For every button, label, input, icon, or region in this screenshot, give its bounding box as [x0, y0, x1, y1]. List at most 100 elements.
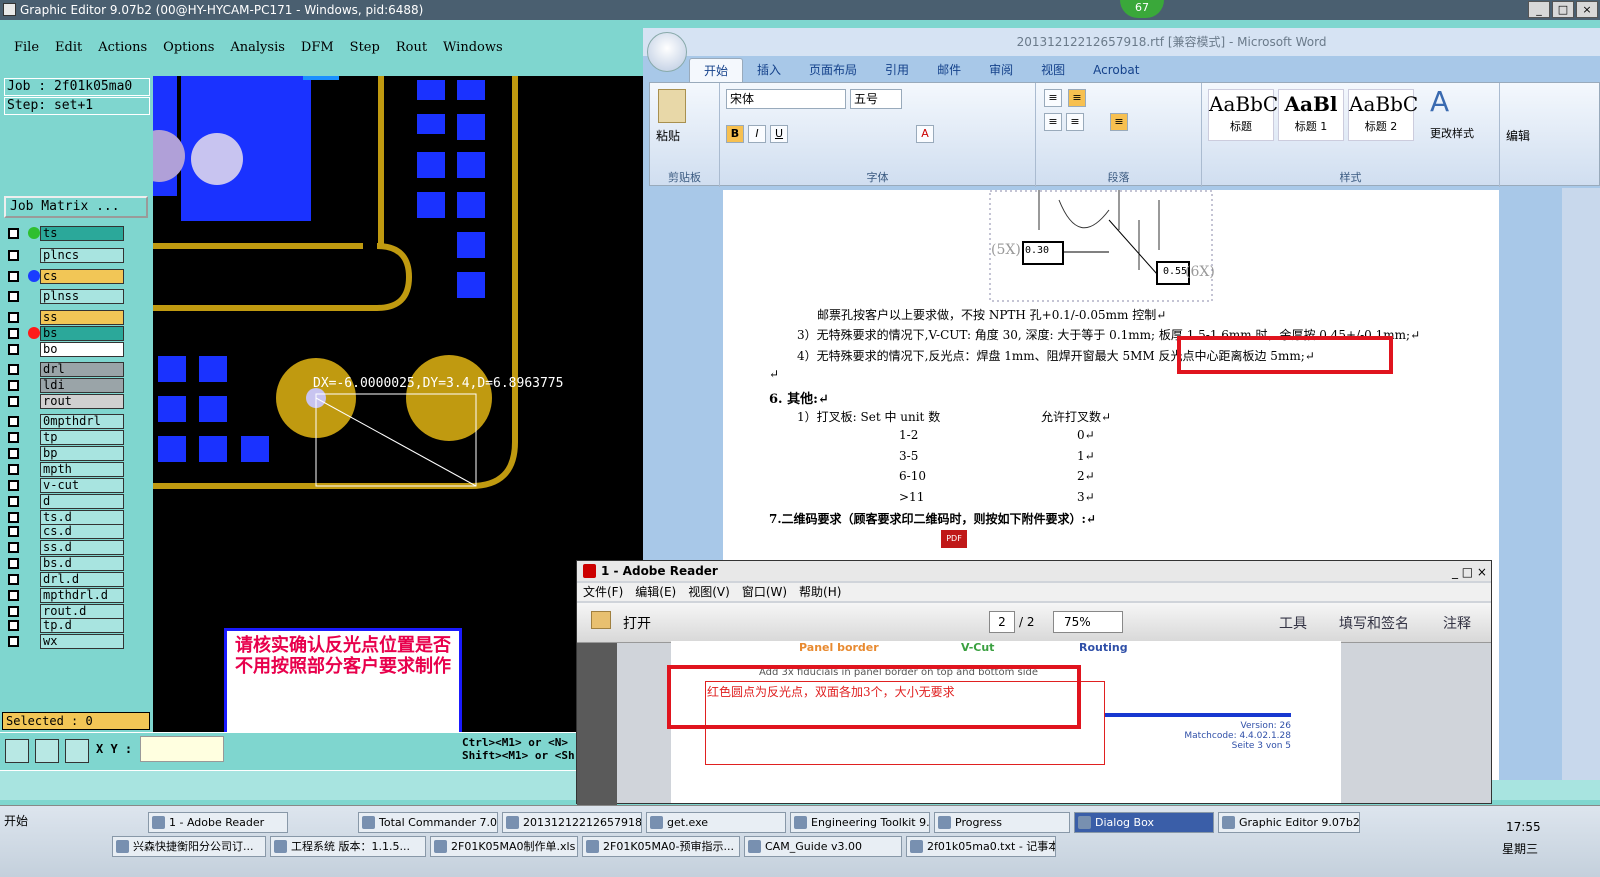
layer-row[interactable]: tp.d	[4, 618, 124, 633]
layer-name[interactable]: bp	[40, 446, 124, 461]
reader-window-controls[interactable]: _ □ ×	[1452, 562, 1487, 582]
tools-button[interactable]: 工具	[1279, 613, 1307, 633]
layer-row[interactable]: drl.d	[4, 572, 124, 587]
layer-row[interactable]: rout.d	[4, 604, 124, 619]
tab-review[interactable]: 审阅	[975, 58, 1027, 82]
tab-acrobat[interactable]: Acrobat	[1079, 58, 1153, 82]
start-button[interactable]: 开始	[4, 812, 28, 829]
align-left-icon[interactable]: ≡	[1044, 113, 1062, 131]
layer-checkbox[interactable]	[8, 636, 19, 647]
layer-checkbox[interactable]	[8, 364, 19, 375]
fill-sign-button[interactable]: 填写和签名	[1339, 613, 1409, 633]
maximize-button[interactable]: □	[1552, 1, 1574, 18]
layer-checkbox[interactable]	[8, 416, 19, 427]
layer-checkbox[interactable]	[8, 606, 19, 617]
layer-row[interactable]: bp	[4, 446, 124, 461]
minimize-button[interactable]: _	[1528, 1, 1550, 18]
bullets-icon[interactable]: ≡	[1044, 89, 1062, 107]
taskbar-button[interactable]: Progress	[934, 812, 1070, 833]
layer-checkbox[interactable]	[8, 558, 19, 569]
layer-row[interactable]: ts.d	[4, 510, 124, 525]
zoom-tool-icon[interactable]	[5, 739, 29, 763]
layer-name[interactable]: cs.d	[40, 524, 124, 539]
layer-checkbox[interactable]	[8, 526, 19, 537]
tab-mailings[interactable]: 邮件	[923, 58, 975, 82]
layer-name[interactable]: tp.d	[40, 618, 124, 633]
layer-name[interactable]: drl	[40, 362, 124, 377]
menu-options[interactable]: Options	[163, 40, 214, 55]
measure-tool-icon[interactable]	[35, 739, 59, 763]
layer-checkbox[interactable]	[8, 271, 19, 282]
tab-view[interactable]: 视图	[1027, 58, 1079, 82]
layer-checkbox[interactable]	[8, 464, 19, 475]
layer-row[interactable]: ts	[4, 226, 124, 241]
layer-checkbox[interactable]	[8, 380, 19, 391]
layer-name[interactable]: wx	[40, 634, 124, 649]
taskbar-button[interactable]: Engineering Toolkit 9....	[790, 812, 930, 833]
pdf-attachment-icon[interactable]: PDF	[941, 530, 967, 548]
taskbar-button[interactable]: 兴森快捷衡阳分公司订...	[112, 836, 266, 857]
menu-actions[interactable]: Actions	[98, 40, 147, 55]
layer-row[interactable]: d	[4, 494, 124, 509]
taskbar-button[interactable]: get.exe	[646, 812, 786, 833]
folder-open-icon[interactable]	[591, 611, 611, 629]
tab-page-layout[interactable]: 页面布局	[795, 58, 871, 82]
layer-row[interactable]: ss.d	[4, 540, 124, 555]
taskbar-button[interactable]: 20131212212657918...	[502, 812, 642, 833]
layer-name[interactable]: rout	[40, 394, 124, 409]
layer-name[interactable]: plncs	[40, 248, 124, 263]
close-button[interactable]: ×	[1576, 1, 1598, 18]
layer-row[interactable]: mpth	[4, 462, 124, 477]
open-button[interactable]: 打开	[623, 613, 651, 633]
taskbar-button[interactable]: Dialog Box	[1074, 812, 1214, 833]
paste-icon[interactable]	[658, 89, 686, 123]
taskbar-button[interactable]: Graphic Editor 9.07b2...	[1218, 812, 1360, 833]
reader-menu-window[interactable]: 窗口(W)	[742, 583, 787, 601]
layer-name[interactable]: tp	[40, 430, 124, 445]
layer-name[interactable]: cs	[40, 269, 124, 284]
word-scrollbar[interactable]	[1562, 188, 1600, 780]
change-styles-button[interactable]: 更改样式	[1430, 125, 1474, 141]
grid-tool-icon[interactable]	[65, 739, 89, 763]
taskbar-button[interactable]: CAM_Guide v3.00	[744, 836, 902, 857]
layer-row[interactable]: 0mpthdrl	[4, 414, 124, 429]
layer-name[interactable]: v-cut	[40, 478, 124, 493]
layer-name[interactable]: ts	[40, 226, 124, 241]
layer-checkbox[interactable]	[8, 620, 19, 631]
change-styles-icon[interactable]: A	[1430, 85, 1449, 118]
layer-checkbox[interactable]	[8, 590, 19, 601]
layer-row[interactable]: plnss	[4, 289, 124, 304]
taskbar-button[interactable]: 2F01K05MA0制作单.xls ...	[430, 836, 578, 857]
layer-row[interactable]: tp	[4, 430, 124, 445]
justify-icon[interactable]: ≡	[1110, 113, 1128, 131]
tab-insert[interactable]: 插入	[743, 58, 795, 82]
numbering-icon[interactable]: ≡	[1068, 89, 1086, 107]
menu-step[interactable]: Step	[350, 40, 380, 55]
layer-checkbox[interactable]	[8, 396, 19, 407]
font-size-select[interactable]: 五号	[850, 89, 902, 109]
layer-checkbox[interactable]	[8, 312, 19, 323]
layer-checkbox[interactable]	[8, 496, 19, 507]
edit-button[interactable]: 编辑	[1506, 127, 1530, 144]
align-center-icon[interactable]: ≡	[1066, 113, 1084, 131]
style-heading-1[interactable]: AaBl 标题 1	[1278, 89, 1344, 141]
zoom-select[interactable]: 75%	[1053, 611, 1123, 633]
font-color-icon[interactable]: A	[916, 125, 934, 143]
office-button[interactable]	[647, 32, 687, 72]
style-heading-2[interactable]: AaBbC 标题 2	[1348, 89, 1418, 141]
layer-row[interactable]: mpthdrl.d	[4, 588, 124, 603]
reader-menu-file[interactable]: 文件(F)	[583, 583, 623, 601]
layer-name[interactable]: plnss	[40, 289, 124, 304]
menu-edit[interactable]: Edit	[55, 40, 82, 55]
layer-name[interactable]: d	[40, 494, 124, 509]
layer-checkbox[interactable]	[8, 480, 19, 491]
paste-button[interactable]: 粘贴	[656, 127, 680, 144]
layer-name[interactable]: mpthdrl.d	[40, 588, 124, 603]
layer-row[interactable]: bo	[4, 342, 124, 357]
reader-menu-edit[interactable]: 编辑(E)	[635, 583, 676, 601]
taskbar-button[interactable]: 2f01k05ma0.txt - 记事本	[906, 836, 1056, 857]
layer-checkbox[interactable]	[8, 250, 19, 261]
tab-home[interactable]: 开始	[689, 58, 744, 82]
layer-name[interactable]: ldi	[40, 378, 124, 393]
layer-checkbox[interactable]	[8, 344, 19, 355]
